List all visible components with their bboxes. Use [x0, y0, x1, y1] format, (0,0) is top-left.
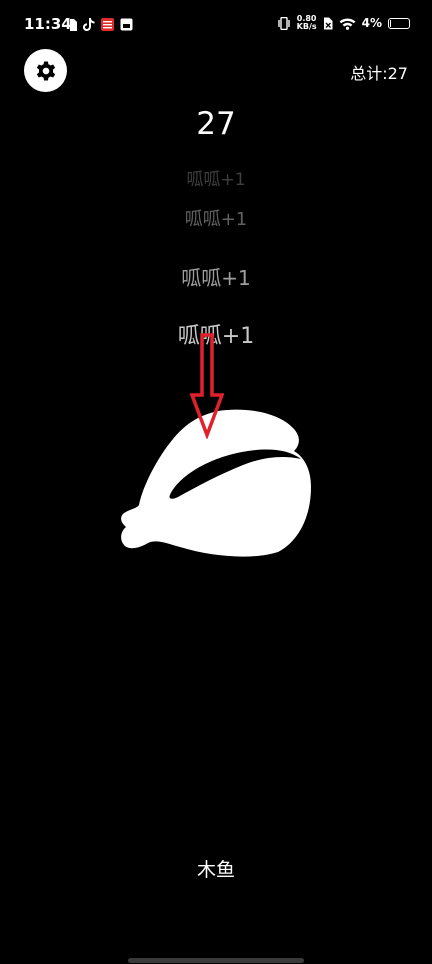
battery-fill — [390, 19, 391, 27]
battery-percent: 4% — [361, 16, 382, 30]
status-time: 11:34 — [24, 15, 72, 33]
floating-text-1: 呱呱+1 — [186, 170, 246, 190]
woodfish-label: 木鱼 — [196, 859, 235, 881]
battery-icon — [388, 17, 410, 29]
home-indicator[interactable] — [128, 958, 304, 963]
floating-text-2: 呱呱+1 — [184, 209, 248, 230]
sim-icon — [70, 18, 77, 31]
gear-icon — [36, 61, 55, 80]
sim-off-icon — [323, 17, 333, 29]
total-count: 总计:27 — [350, 64, 408, 83]
floating-text-3: 呱呱+1 — [181, 266, 251, 290]
vibrate-icon — [277, 16, 290, 30]
merit-counter: 27 — [196, 106, 236, 142]
app-calendar-icon — [120, 18, 133, 31]
status-left-icons — [69, 18, 133, 31]
status-bar: 11:34 0.80 KB/s 4% — [0, 0, 432, 52]
net-speed: 0.80 KB/s — [297, 15, 317, 31]
status-right-icons: 0.80 KB/s 4% — [277, 15, 410, 31]
tiktok-icon — [83, 18, 95, 31]
red-down-arrow-icon — [190, 333, 224, 439]
settings-button[interactable] — [24, 49, 67, 92]
net-speed-unit: KB/s — [296, 22, 317, 31]
wifi-icon — [339, 18, 356, 30]
app-red-icon — [101, 18, 114, 31]
